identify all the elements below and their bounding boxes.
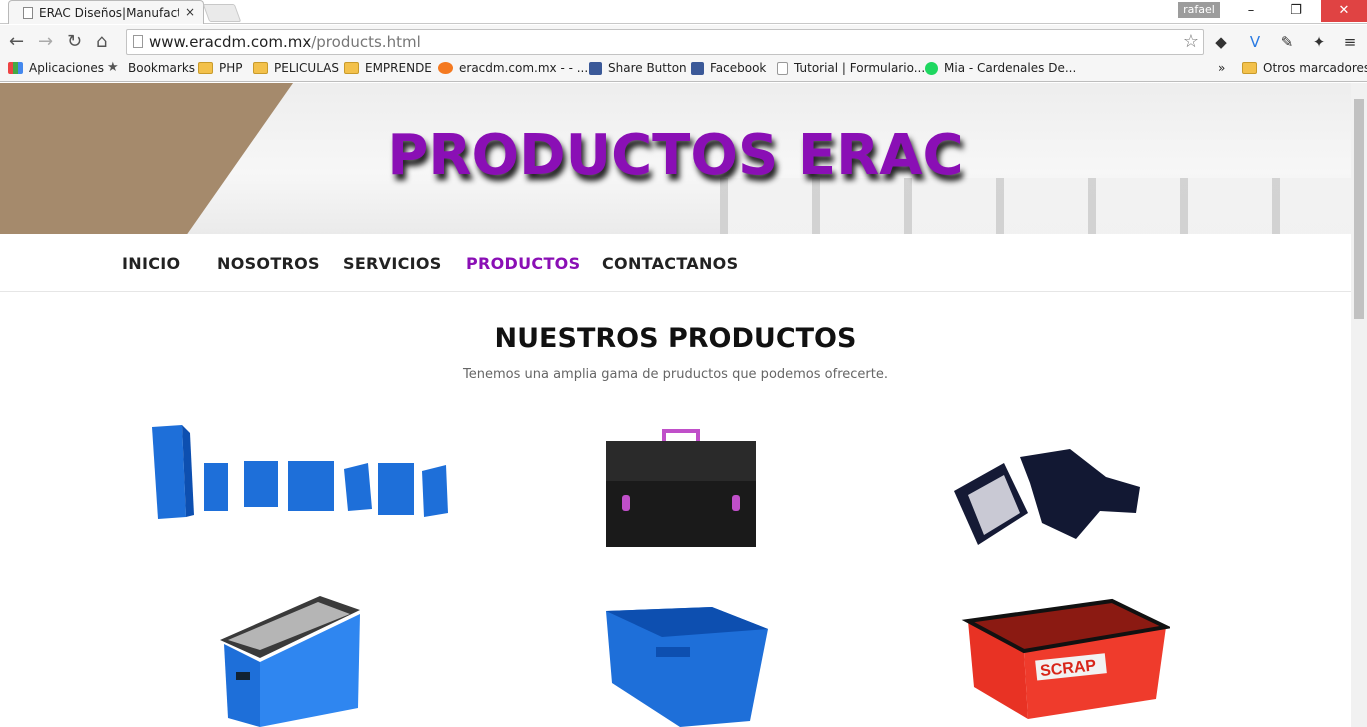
close-window-button[interactable]: ✕ <box>1321 0 1367 22</box>
bookmark-item[interactable]: ★ Bookmarks <box>107 61 195 75</box>
nav-productos[interactable]: PRODUCTOS <box>466 254 580 273</box>
scrollbar-thumb[interactable] <box>1354 99 1364 319</box>
product-blue-tote-image[interactable] <box>600 603 770 727</box>
nav-inicio[interactable]: INICIO <box>122 254 180 273</box>
product-black-case-image[interactable] <box>950 433 1150 553</box>
page-info-icon[interactable] <box>133 35 143 48</box>
bookmark-item[interactable]: Mia - Cardenales De... <box>925 61 1076 75</box>
url-host: www.eracdm.com.mx <box>149 33 312 51</box>
address-bar[interactable]: www.eracdm.com.mx/products.html ☆ <box>126 29 1204 55</box>
home-button[interactable]: ⌂ <box>96 31 107 52</box>
extension-vimeo-icon[interactable]: V <box>1246 33 1264 51</box>
banner-title: PRODUCTOS ERAC <box>387 123 964 188</box>
nav-nosotros[interactable]: NOSOTROS <box>217 254 320 273</box>
page-scrollbar[interactable] <box>1351 83 1367 727</box>
spotify-icon <box>925 61 938 75</box>
browser-toolbar: ← → ↻ ⌂ www.eracdm.com.mx/products.html … <box>0 25 1367 58</box>
other-bookmarks-folder[interactable]: Otros marcadores <box>1242 61 1367 75</box>
apps-grid-icon <box>8 62 23 74</box>
main-nav: INICIO NOSOTROS SERVICIOS PRODUCTOS CONT… <box>0 234 1351 292</box>
bookmark-folder[interactable]: PHP <box>198 61 243 75</box>
more-bookmarks-button[interactable]: » <box>1218 61 1225 75</box>
nav-servicios[interactable]: SERVICIOS <box>343 254 442 273</box>
folder-icon <box>344 62 359 74</box>
page-icon <box>23 6 33 19</box>
forward-button[interactable]: → <box>38 31 53 52</box>
browser-tab[interactable]: ERAC Diseños|Manufactur × <box>8 0 204 24</box>
minimize-button[interactable]: – <box>1229 0 1273 22</box>
chrome-menu-icon[interactable]: ≡ <box>1341 33 1359 51</box>
bookmark-item[interactable]: Tutorial | Formulario... <box>777 61 925 75</box>
page-viewport: PRODUCTOS ERAC INICIO NOSOTROS SERVICIOS… <box>0 83 1351 727</box>
section-title: NUESTROS PRODUCTOS <box>494 323 857 354</box>
bookmark-item[interactable]: Aplicaciones <box>8 61 104 75</box>
extension-ninja-icon[interactable]: ✦ <box>1310 33 1328 51</box>
bookmark-item[interactable]: Share Button <box>589 61 687 75</box>
nav-contactanos[interactable]: CONTACTANOS <box>602 254 738 273</box>
product-blue-divider-box-image[interactable] <box>200 588 400 727</box>
folder-icon <box>1242 62 1257 74</box>
star-icon: ★ <box>107 60 119 75</box>
product-blue-bins-image[interactable] <box>146 413 456 556</box>
folder-icon <box>198 62 213 74</box>
section-subtitle: Tenemos una amplia gama de pruductos que… <box>463 367 888 382</box>
reload-button[interactable]: ↻ <box>67 31 82 52</box>
cpanel-icon <box>438 62 453 74</box>
profile-button[interactable]: rafael <box>1178 2 1220 18</box>
back-button[interactable]: ← <box>9 31 24 52</box>
restore-button[interactable]: ❐ <box>1274 0 1318 22</box>
bookmark-item[interactable]: Facebook <box>691 61 766 75</box>
folder-icon <box>253 62 268 74</box>
facebook-icon <box>589 61 602 75</box>
product-black-briefcase-image[interactable] <box>596 423 766 553</box>
bookmark-item[interactable]: eracdm.com.mx - - ... <box>438 61 588 75</box>
facebook-icon <box>691 61 704 75</box>
bookmark-folder[interactable]: EMPRENDE <box>344 61 432 75</box>
extension-evernote-icon[interactable]: ◆ <box>1212 33 1230 51</box>
product-red-scrap-bin-image[interactable]: SCRAP <box>960 595 1173 727</box>
bookmarks-bar: Aplicaciones ★ Bookmarks PHP PELICULAS EM… <box>0 58 1367 82</box>
url-path: /products.html <box>311 33 421 51</box>
bookmark-star-icon[interactable]: ☆ <box>1183 30 1199 54</box>
hero-banner: PRODUCTOS ERAC <box>0 83 1351 234</box>
extension-eyedropper-icon[interactable]: ✎ <box>1278 33 1296 51</box>
tab-title: ERAC Diseños|Manufactur <box>39 5 179 20</box>
new-tab-button[interactable] <box>202 4 242 22</box>
tab-close-icon[interactable]: × <box>185 5 195 19</box>
bookmark-folder[interactable]: PELICULAS <box>253 61 339 75</box>
page-icon <box>777 61 788 75</box>
title-bar: ERAC Diseños|Manufactur × rafael – ❐ ✕ <box>0 0 1367 24</box>
